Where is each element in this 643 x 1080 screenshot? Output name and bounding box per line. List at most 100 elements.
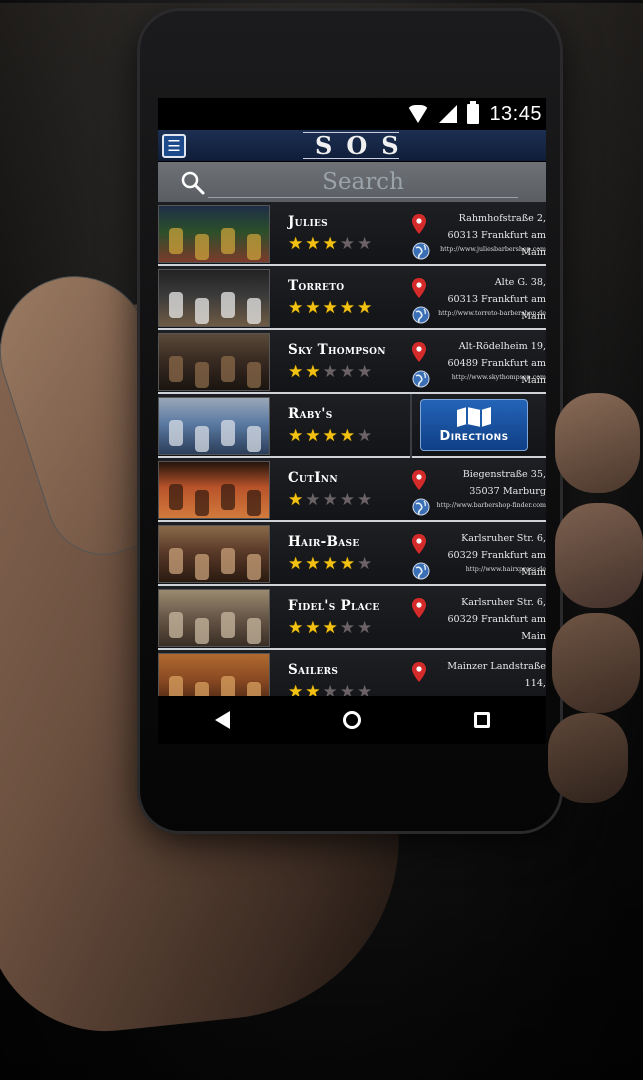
app-bar: ☰ SOS — [158, 130, 546, 162]
star-empty-icon: ★ — [357, 426, 373, 445]
list-item[interactable]: Fidel's Place ★ ★ ★ ★ ★ Karlsruher Str. 6, 6032… — [158, 586, 546, 650]
shop-website-link[interactable]: http://www.juliesbarbershop.com — [430, 246, 546, 253]
menu-button[interactable]: ☰ — [162, 134, 186, 158]
rating-stars: ★ ★ ★ ★ ★ — [288, 299, 410, 316]
star-empty-icon: ★ — [322, 490, 338, 509]
back-icon[interactable] — [214, 711, 230, 729]
rating-stars: ★ ★ ★ ★ ★ — [288, 427, 410, 444]
address-line: Alte G. 38, — [494, 277, 546, 288]
globe-icon[interactable] — [412, 242, 430, 260]
status-time: 13:45 — [489, 102, 542, 125]
directions-button[interactable]: Directions — [420, 399, 528, 451]
map-pin-icon[interactable] — [412, 598, 426, 618]
rating-stars: ★ ★ ★ ★ ★ — [288, 491, 410, 508]
rating-stars: ★ ★ ★ ★ ★ — [288, 363, 410, 380]
recent-apps-icon[interactable] — [473, 712, 490, 728]
status-bar: 13:45 — [158, 98, 546, 130]
search-icon[interactable] — [180, 170, 206, 196]
map-pin-icon[interactable] — [412, 214, 426, 234]
address-line: 60329 Frankfurt am Main — [447, 550, 546, 578]
star-filled-icon: ★ — [305, 682, 321, 696]
globe-icon[interactable] — [412, 562, 430, 580]
map-pin-icon[interactable] — [412, 534, 426, 554]
star-filled-icon: ★ — [339, 298, 355, 317]
shop-meta: Julies ★ ★ ★ ★ ★ — [270, 202, 410, 264]
globe-icon[interactable] — [412, 370, 430, 388]
star-empty-icon: ★ — [339, 234, 355, 253]
search-bar — [158, 162, 546, 202]
star-empty-icon: ★ — [339, 362, 355, 381]
star-empty-icon: ★ — [357, 618, 373, 637]
shop-name[interactable]: Julies — [288, 214, 410, 230]
star-filled-icon: ★ — [288, 362, 304, 381]
search-input[interactable] — [208, 166, 518, 198]
shop-name[interactable]: Sky Thompson — [288, 342, 410, 358]
star-filled-icon: ★ — [288, 618, 304, 637]
list-item[interactable]: Raby's ★ ★ ★ ★ ★ Directions — [158, 394, 546, 458]
shop-website-link[interactable]: http://www.hairxpress.de — [430, 566, 546, 573]
list-item[interactable]: CutInn ★ ★ ★ ★ ★ Biegenstraße 35, 35037 Marburg… — [158, 458, 546, 522]
star-empty-icon: ★ — [305, 490, 321, 509]
shop-meta: Sailers ★ ★ ★ ★ ★ — [270, 650, 410, 696]
list-item[interactable]: Julies ★ ★ ★ ★ ★ Rahmhofstraße 2, 60313 Frankfu… — [158, 202, 546, 266]
shop-meta: Torreto ★ ★ ★ ★ ★ — [270, 266, 410, 328]
address-line: Karlsruher Str. 6, — [461, 533, 546, 544]
shop-list: Julies ★ ★ ★ ★ ★ Rahmhofstraße 2, 60313 Frankfu… — [158, 202, 546, 696]
address-line: 60313 Frankfurt am Main — [447, 294, 546, 322]
star-filled-icon: ★ — [339, 426, 355, 445]
shop-name[interactable]: Hair-Base — [288, 534, 410, 550]
star-empty-icon: ★ — [339, 618, 355, 637]
shop-website-link[interactable]: http://www.barbershop-finder.com — [430, 502, 546, 509]
star-empty-icon: ★ — [339, 682, 355, 696]
star-filled-icon: ★ — [322, 298, 338, 317]
star-filled-icon: ★ — [288, 682, 304, 696]
list-item[interactable]: Sailers★★★★★Mainzer Landstraße 114,60327… — [158, 650, 546, 696]
shop-photo — [158, 525, 270, 583]
shop-website-link[interactable]: http://www.skythompson.com — [430, 374, 546, 381]
shop-photo — [158, 397, 270, 455]
star-filled-icon: ★ — [322, 234, 338, 253]
shop-name[interactable]: Torreto — [288, 278, 410, 294]
map-pin-icon[interactable] — [412, 278, 426, 298]
globe-icon[interactable] — [412, 498, 430, 516]
shop-address: Karlsruher Str. 6, 60329 Frankfurt am Mai… — [430, 594, 546, 645]
shop-name[interactable]: Raby's — [288, 406, 410, 422]
globe-icon[interactable] — [412, 306, 430, 324]
star-filled-icon: ★ — [322, 426, 338, 445]
rating-stars: ★ ★ ★ ★ ★ — [288, 235, 410, 252]
battery-icon — [467, 101, 480, 124]
shop-name[interactable]: Sailers — [288, 662, 410, 678]
shop-info: Alt-Rödelheim 19, 60489 Frankfurt am Main… — [410, 330, 546, 392]
star-filled-icon: ★ — [305, 298, 321, 317]
hand-finger — [552, 613, 640, 713]
star-empty-icon: ★ — [339, 490, 355, 509]
address-line: 60313 Frankfurt am Main — [447, 230, 546, 258]
star-filled-icon: ★ — [322, 554, 338, 573]
map-pin-icon[interactable] — [412, 662, 426, 682]
shop-address: Alt-Rödelheim 19, 60489 Frankfurt am Main — [430, 338, 546, 389]
shop-info: Rahmhofstraße 2, 60313 Frankfurt am Main h… — [410, 202, 546, 264]
list-item[interactable]: Torreto ★ ★ ★ ★ ★ Alte G. 38, 60313 Frankfurt a… — [158, 266, 546, 330]
address-line: Karlsruher Str. 6, — [461, 597, 546, 608]
shop-name[interactable]: CutInn — [288, 470, 410, 486]
map-pin-icon[interactable] — [412, 342, 426, 362]
star-filled-icon: ★ — [322, 618, 338, 637]
android-nav-bar — [158, 696, 546, 744]
shop-name[interactable]: Fidel's Place — [288, 598, 410, 614]
rating-stars: ★ ★ ★ ★ ★ — [288, 555, 410, 572]
app-logo: SOS — [303, 132, 399, 159]
map-pin-icon[interactable] — [412, 470, 426, 490]
divider — [410, 394, 412, 458]
rating-stars: ★ ★ ★ ★ ★ — [288, 619, 410, 636]
hand-finger — [555, 393, 640, 493]
star-filled-icon: ★ — [305, 618, 321, 637]
map-icon — [457, 406, 491, 427]
list-item[interactable]: Hair-Base ★ ★ ★ ★ ★ Karlsruher Str. 6, 60329 Fr… — [158, 522, 546, 586]
star-empty-icon: ★ — [357, 554, 373, 573]
star-empty-icon: ★ — [357, 234, 373, 253]
hand-finger — [555, 503, 643, 608]
star-filled-icon: ★ — [357, 298, 373, 317]
shop-website-link[interactable]: http://www.torreto-barbershop.de — [430, 310, 546, 317]
list-item[interactable]: Sky Thompson ★ ★ ★ ★ ★ Alt-Rödelheim 19, 60489 … — [158, 330, 546, 394]
home-icon[interactable] — [342, 711, 361, 729]
